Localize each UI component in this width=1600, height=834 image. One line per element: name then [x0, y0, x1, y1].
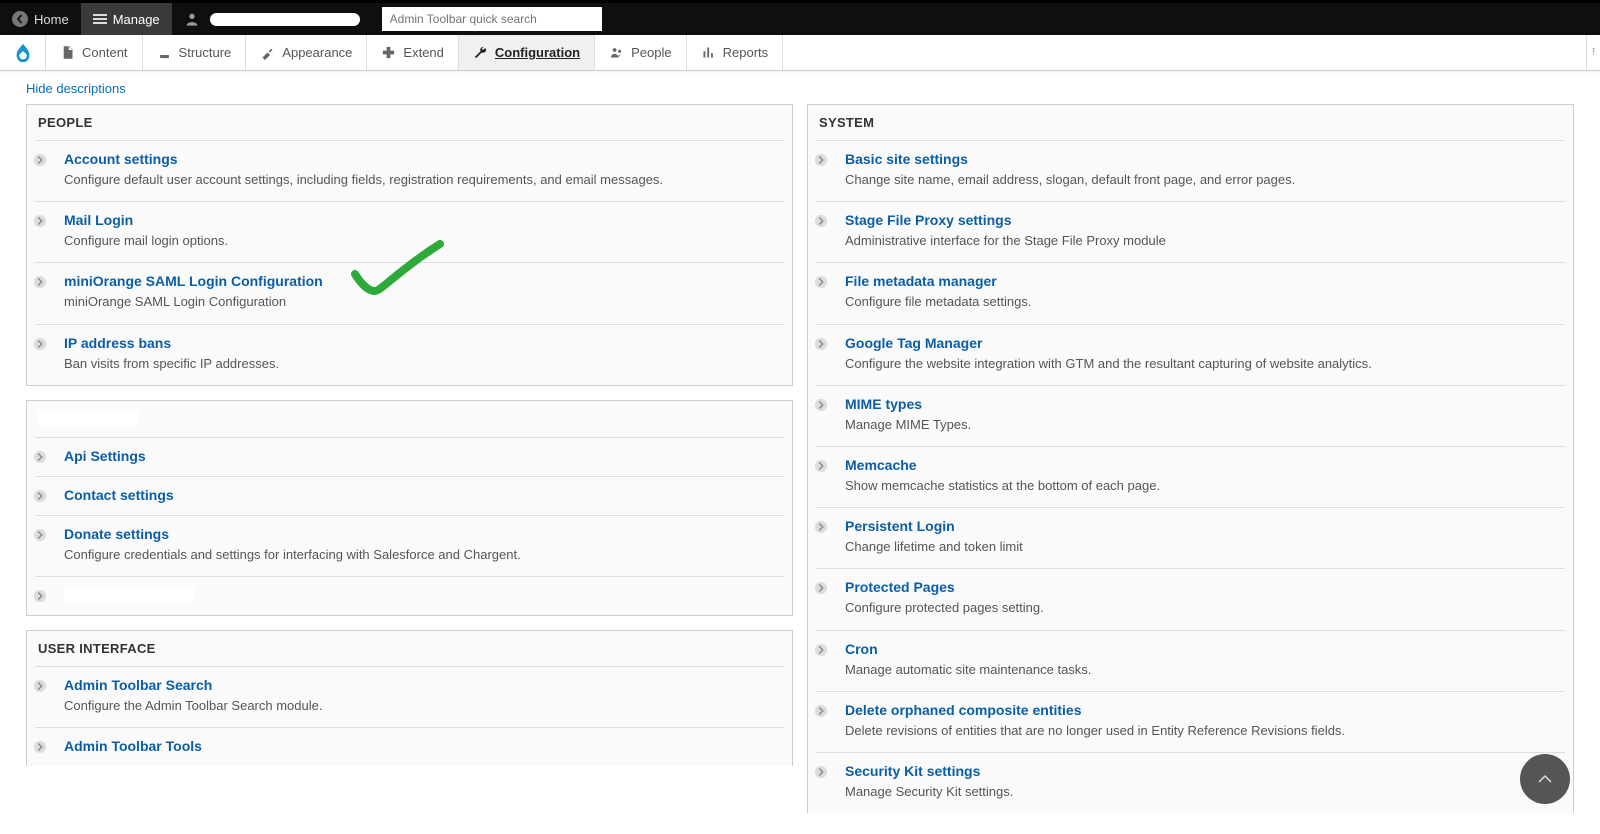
manage-label: Manage [113, 12, 160, 27]
panel-header: PEOPLE [27, 105, 792, 140]
tab-configuration[interactable]: Configuration [459, 35, 595, 70]
user-menu[interactable] [172, 3, 364, 35]
tab-content[interactable]: Content [46, 35, 143, 70]
config-item[interactable]: Account settings Configure default user … [35, 140, 784, 201]
config-item[interactable]: IP address bans Ban visits from specific… [35, 324, 784, 385]
arrow-icon [33, 679, 47, 693]
arrow-icon [33, 275, 47, 289]
arrow-icon [814, 398, 828, 412]
arrow-icon [814, 765, 828, 779]
config-item[interactable]: Api Settings [35, 437, 784, 476]
arrow-icon [814, 520, 828, 534]
arrow-icon [814, 704, 828, 718]
manage-button[interactable]: Manage [81, 3, 172, 35]
arrow-icon [814, 275, 828, 289]
tab-appearance[interactable]: Appearance [246, 35, 367, 70]
config-item[interactable]: MIME types Manage MIME Types. [816, 385, 1565, 446]
arrow-icon [814, 337, 828, 351]
panel-people: PEOPLE Account settings Configure defaul… [26, 104, 793, 386]
admin-menu-bar: Content Structure Appearance Extend Conf… [0, 35, 1600, 71]
tab-extend[interactable]: Extend [367, 35, 458, 70]
panel-system: SYSTEM Basic site settings Change site n… [807, 104, 1574, 813]
drupal-icon[interactable] [0, 35, 46, 70]
chevron-up-icon [1536, 770, 1554, 788]
arrow-icon [33, 740, 47, 754]
arrow-icon [33, 528, 47, 542]
user-name-redacted [210, 13, 360, 26]
home-button[interactable]: Home [0, 3, 81, 35]
tab-structure[interactable]: Structure [143, 35, 247, 70]
hamburger-icon [93, 14, 107, 24]
user-icon [184, 11, 200, 27]
arrow-icon [33, 153, 47, 167]
config-item[interactable]: Donate settings Configure credentials an… [35, 515, 784, 576]
panel-header: SYSTEM [808, 105, 1573, 140]
arrow-icon [814, 643, 828, 657]
config-item[interactable]: Stage File Proxy settings Administrative… [816, 201, 1565, 262]
arrow-icon [33, 337, 47, 351]
panel-user-interface: USER INTERFACE Admin Toolbar Search Conf… [26, 630, 793, 766]
config-item[interactable]: Persistent Login Change lifetime and tok… [816, 507, 1565, 568]
arrow-icon [33, 214, 47, 228]
redacted-title [64, 587, 194, 603]
arrow-icon [814, 459, 828, 473]
reports-icon [701, 45, 716, 60]
arrow-icon [33, 450, 47, 464]
people-icon [609, 45, 624, 60]
arrow-icon [814, 153, 828, 167]
file-icon [60, 45, 75, 60]
arrow-icon [814, 581, 828, 595]
arrow-icon [33, 589, 47, 603]
config-item[interactable]: File metadata manager Configure file met… [816, 262, 1565, 323]
config-item[interactable]: Protected Pages Configure protected page… [816, 568, 1565, 629]
panel-header-redacted [38, 411, 138, 427]
search-input[interactable] [382, 7, 602, 31]
admin-menu-edge: ፧ [1586, 35, 1600, 70]
admin-toolbar: Home Manage [0, 3, 1600, 35]
panel-header: USER INTERFACE [27, 631, 792, 666]
scroll-to-top-button[interactable] [1520, 754, 1570, 804]
config-item-redacted[interactable] [35, 576, 784, 615]
config-item[interactable]: Security Kit settings Manage Security Ki… [816, 752, 1565, 813]
tab-reports[interactable]: Reports [687, 35, 784, 70]
tab-people[interactable]: People [595, 35, 686, 70]
config-item[interactable]: Google Tag Manager Configure the website… [816, 324, 1565, 385]
config-item[interactable]: Cron Manage automatic site maintenance t… [816, 630, 1565, 691]
hide-descriptions-link[interactable]: Hide descriptions [26, 81, 126, 96]
config-item[interactable]: Mail Login Configure mail login options. [35, 201, 784, 262]
config-item[interactable]: Memcache Show memcache statistics at the… [816, 446, 1565, 507]
config-item[interactable]: Basic site settings Change site name, em… [816, 140, 1565, 201]
config-item[interactable]: Admin Toolbar Tools [35, 727, 784, 766]
panel-custom: Api Settings Contact settings Donate set… [26, 400, 793, 616]
back-icon [12, 11, 28, 27]
arrow-icon [33, 489, 47, 503]
appearance-icon [260, 45, 275, 60]
config-item[interactable]: Admin Toolbar Search Configure the Admin… [35, 666, 784, 727]
config-item[interactable]: Contact settings [35, 476, 784, 515]
arrow-icon [814, 214, 828, 228]
config-item[interactable]: Delete orphaned composite entities Delet… [816, 691, 1565, 752]
wrench-icon [473, 45, 488, 60]
home-label: Home [34, 12, 69, 27]
config-item[interactable]: miniOrange SAML Login Configuration mini… [35, 262, 784, 323]
extend-icon [381, 45, 396, 60]
structure-icon [157, 45, 172, 60]
